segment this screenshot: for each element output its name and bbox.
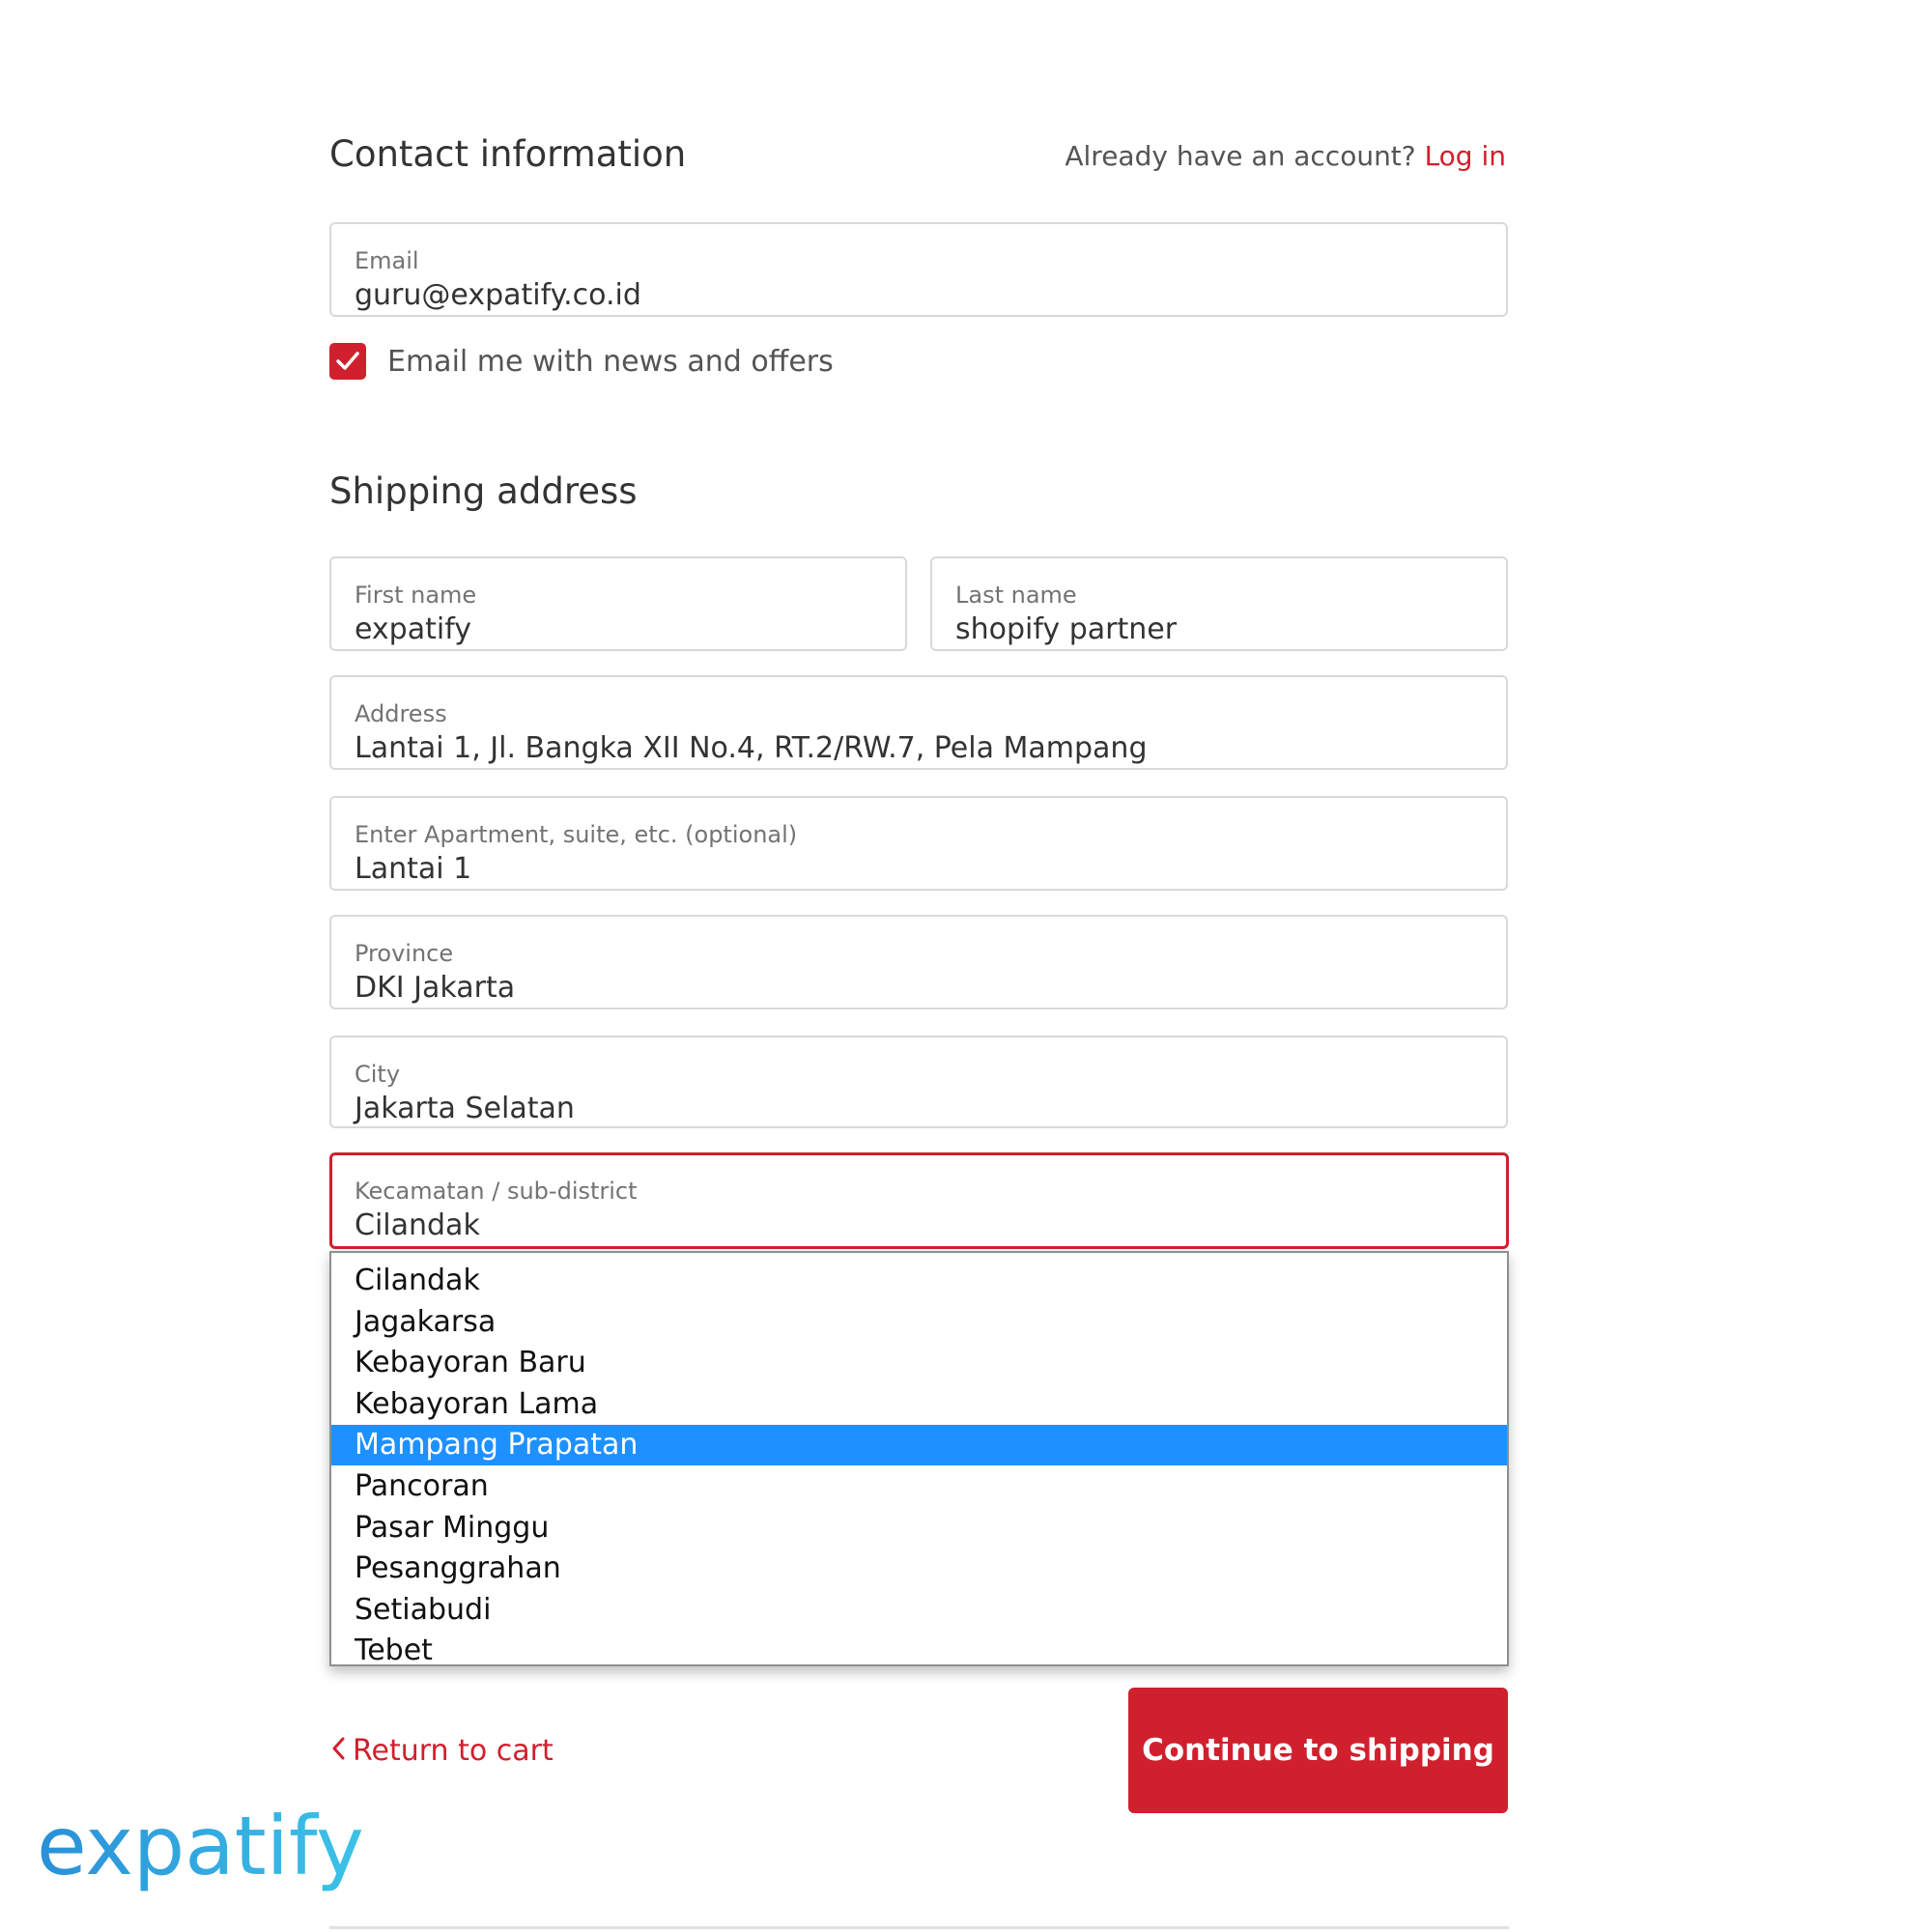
newsletter-label: Email me with news and offers (387, 345, 834, 379)
contact-heading: Contact information (329, 133, 687, 175)
chevron-left-icon (331, 1734, 345, 1768)
apartment-label: Enter Apartment, suite, etc. (optional) (355, 821, 798, 848)
logo-wordmark: expatify (37, 1804, 364, 1893)
email-label: Email (355, 247, 419, 274)
last-name-field[interactable]: Last name shopify partner (930, 556, 1508, 651)
login-link[interactable]: Log in (1425, 140, 1506, 172)
subdistrict-select[interactable]: Kecamatan / sub-district Cilandak (329, 1152, 1509, 1249)
subdistrict-option[interactable]: Kebayoran Baru (331, 1343, 1507, 1383)
subdistrict-option[interactable]: Pesanggrahan (331, 1548, 1507, 1589)
subdistrict-option[interactable]: Jagakarsa (331, 1302, 1507, 1343)
email-value[interactable]: guru@expatify.co.id (355, 278, 641, 312)
address-label: Address (355, 700, 447, 727)
subdistrict-option[interactable]: Mampang Prapatan (331, 1425, 1507, 1466)
address-value[interactable]: Lantai 1, Jl. Bangka XII No.4, RT.2/RW.7… (355, 731, 1148, 765)
subdistrict-option[interactable]: Setiabudi (331, 1590, 1507, 1631)
subdistrict-option[interactable]: Kebayoran Lama (331, 1384, 1507, 1425)
city-field[interactable]: City Jakarta Selatan (329, 1036, 1508, 1128)
return-to-cart-link[interactable]: Return to cart (331, 1734, 554, 1768)
subdistrict-option[interactable]: Cilandak (331, 1261, 1507, 1301)
last-name-value[interactable]: shopify partner (955, 612, 1177, 646)
continue-to-shipping-button[interactable]: Continue to shipping (1128, 1688, 1508, 1813)
return-to-cart-label: Return to cart (353, 1734, 554, 1768)
apartment-value[interactable]: Lantai 1 (355, 852, 471, 886)
subdistrict-value[interactable]: Cilandak (355, 1208, 480, 1242)
account-prompt: Already have an account? Log in (1065, 140, 1506, 172)
address-field[interactable]: Address Lantai 1, Jl. Bangka XII No.4, R… (329, 675, 1508, 770)
subdistrict-option[interactable]: Pancoran (331, 1466, 1507, 1507)
subdistrict-dropdown-list[interactable]: Cilandak Jagakarsa Kebayoran Baru Kebayoran… (329, 1251, 1509, 1667)
newsletter-checkbox[interactable] (329, 343, 366, 380)
subdistrict-label: Kecamatan / sub-district (355, 1178, 638, 1205)
checkmark-icon (336, 352, 359, 370)
last-name-label: Last name (955, 582, 1077, 609)
email-field[interactable]: Email guru@expatify.co.id (329, 222, 1508, 317)
first-name-label: First name (355, 582, 477, 609)
province-label: Province (355, 940, 454, 967)
province-value[interactable]: DKI Jakarta (355, 971, 515, 1005)
account-prompt-text: Already have an account? (1065, 140, 1416, 172)
apartment-field[interactable]: Enter Apartment, suite, etc. (optional) … (329, 796, 1508, 891)
subdistrict-option[interactable]: Tebet (331, 1631, 1507, 1671)
city-value[interactable]: Jakarta Selatan (355, 1092, 575, 1125)
first-name-field[interactable]: First name expatify (329, 556, 907, 651)
shipping-heading: Shipping address (329, 470, 638, 512)
city-label: City (355, 1061, 401, 1088)
subdistrict-option[interactable]: Pasar Minggu (331, 1508, 1507, 1548)
first-name-value[interactable]: expatify (355, 612, 471, 646)
province-field[interactable]: Province DKI Jakarta (329, 915, 1508, 1009)
bottom-divider (329, 1926, 1509, 1929)
expatify-logo: expatify (37, 1804, 364, 1893)
